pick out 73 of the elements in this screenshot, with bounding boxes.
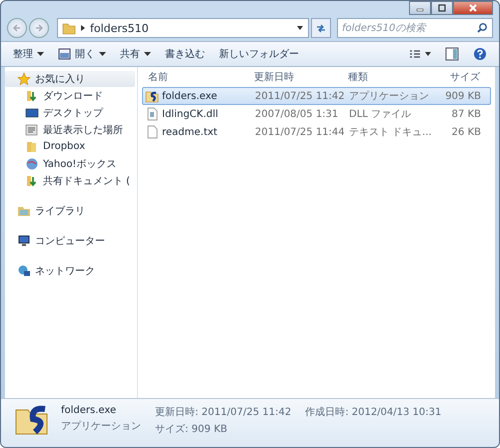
table-cell-text: 909 KB <box>444 90 481 102</box>
file-size: サイズ: 909 KB <box>155 423 228 436</box>
table-cell-text: アプリケーション <box>349 90 430 103</box>
sidebar-item[interactable]: Dropbox <box>5 138 135 155</box>
column-header[interactable]: 更新日時 <box>254 70 348 84</box>
modified-date: 更新日時: 2011/07/25 11:42 <box>155 406 292 419</box>
column-header[interactable]: 名前 <box>142 70 254 84</box>
application-icon <box>15 405 49 435</box>
chevron-icon <box>80 24 86 32</box>
minimize-button[interactable] <box>409 1 431 15</box>
globe-icon <box>25 156 39 170</box>
forward-arrow-icon <box>33 22 45 34</box>
table-cell-text: 2011/07/25 11:42 <box>255 90 346 102</box>
sidebar-item[interactable]: ネットワーク <box>5 263 135 279</box>
refresh-icon <box>315 22 327 34</box>
sidebar-item[interactable]: Yahoo!ボックス <box>5 155 135 172</box>
sidebar-item[interactable]: コンピューター <box>5 233 135 249</box>
table-cell-text: 26 KB <box>450 126 481 138</box>
file-row[interactable]: folders.exe 2011/07/25 11:42 アプリケーション 909 KB <box>142 87 491 105</box>
help-icon <box>473 47 487 61</box>
file-name: folders.exe <box>143 89 255 103</box>
maximize-button[interactable] <box>431 1 453 15</box>
column-header[interactable]: サイズ <box>436 70 480 84</box>
download-folder-icon <box>25 174 39 188</box>
library-icon <box>17 204 31 218</box>
table-cell-text: 2011/07/25 11:44 <box>255 126 346 138</box>
list-view-icon <box>409 49 431 59</box>
file-type: アプリケーション <box>61 420 141 433</box>
computer-icon <box>17 234 31 248</box>
desktop-icon <box>25 106 39 120</box>
sidebar-item[interactable]: 最近表示した場所 <box>5 121 135 138</box>
refresh-button[interactable] <box>311 18 331 38</box>
sidebar-item[interactable]: デスクトップ <box>5 104 135 121</box>
search-field[interactable]: folders510の検索 <box>337 18 493 38</box>
file-name: IdlingCK.dll <box>143 107 255 121</box>
document-icon <box>25 122 39 136</box>
sidebar-item[interactable]: お気に入り <box>5 71 135 87</box>
folder-path: folders510 <box>90 22 150 34</box>
table-cell-text: テキスト ドキュ... <box>349 126 433 139</box>
close-icon <box>468 4 478 12</box>
file-row[interactable]: IdlingCK.dll 2007/08/05 1:31 DLL ファイル 87 KB <box>142 105 491 123</box>
pane-icon <box>445 47 459 61</box>
address-bar[interactable]: folders510 <box>57 18 309 38</box>
toolbar-button[interactable]: 書き込む <box>161 45 209 63</box>
star-icon <box>17 72 31 86</box>
download-folder-icon <box>25 88 39 102</box>
toolbar-button[interactable]: 新しいフォルダー <box>215 45 303 63</box>
toolbar-button[interactable]: 共有 <box>116 45 155 63</box>
table-cell-text: 87 KB <box>450 108 481 120</box>
document-icon <box>145 107 159 121</box>
table-cell-text: DLL ファイル <box>349 108 412 121</box>
sidebar-item[interactable]: ダウンロード <box>5 87 135 104</box>
folder-icon <box>25 140 39 154</box>
sidebar-item[interactable]: ライブラリ <box>5 203 135 219</box>
search-icon <box>476 22 488 34</box>
dropdown-icon <box>296 25 304 31</box>
file-name: folders.exe <box>61 405 118 416</box>
close-button[interactable] <box>453 1 493 15</box>
sidebar-item[interactable]: 共有ドキュメント ( <box>5 172 135 189</box>
created-date: 作成日時: 2012/04/13 10:31 <box>305 406 442 419</box>
folder-icon <box>62 21 76 35</box>
application-icon <box>145 89 159 103</box>
back-arrow-icon <box>11 22 23 34</box>
network-icon <box>17 264 31 278</box>
file-row[interactable]: readme.txt 2011/07/25 11:44 テキスト ドキュ... 26 KB <box>142 123 491 141</box>
maximize-icon <box>437 4 447 12</box>
file-name: readme.txt <box>143 125 255 139</box>
table-cell-text: 2007/08/05 1:31 <box>255 108 340 120</box>
toolbar-button[interactable]: 整理 <box>9 45 48 63</box>
toolbar-button[interactable]: 開く <box>54 45 110 63</box>
window-icon <box>58 48 71 60</box>
column-header[interactable]: 種類 <box>348 70 436 84</box>
document-icon <box>145 125 159 139</box>
